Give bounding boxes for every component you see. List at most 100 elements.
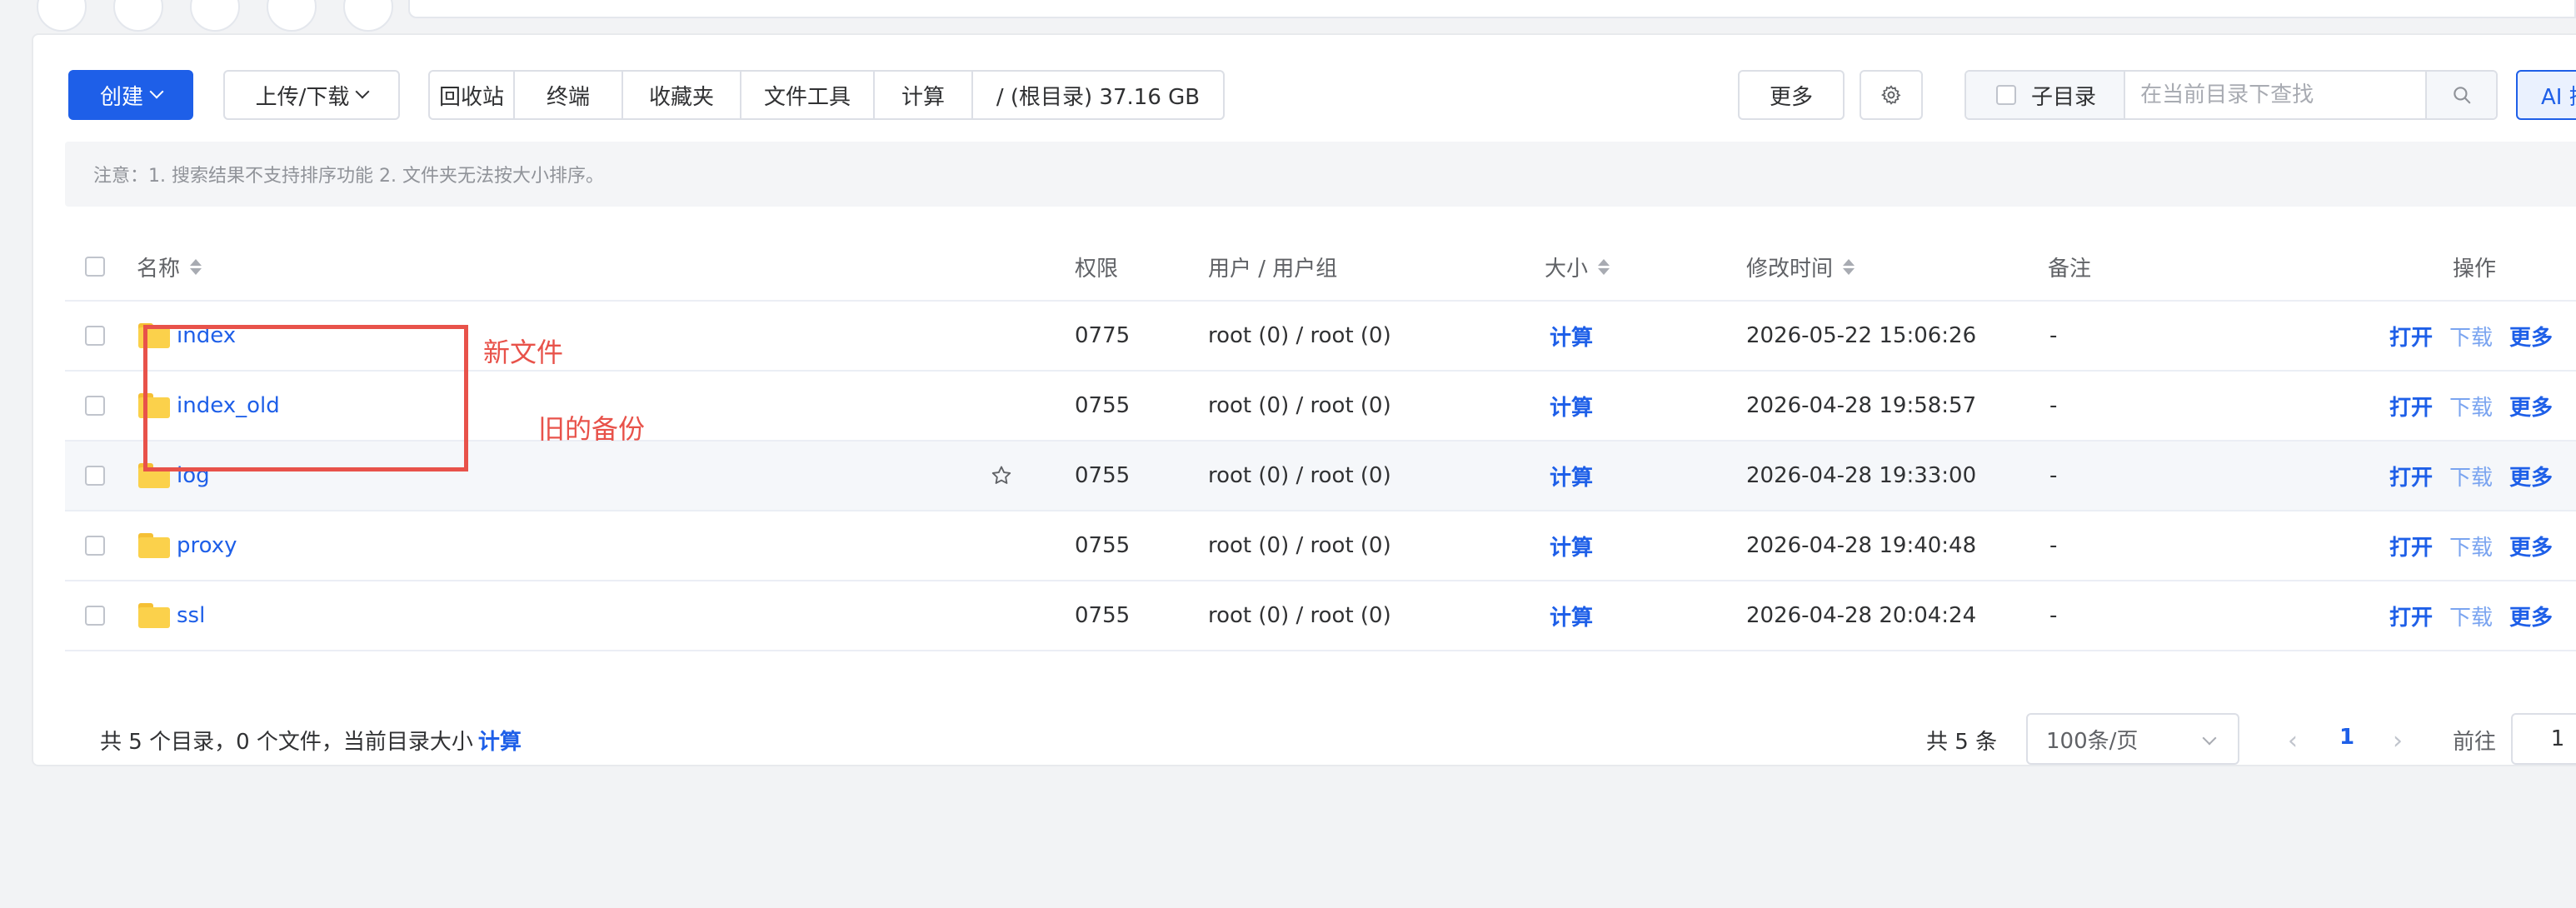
permission-cell: 0775 xyxy=(1075,323,1131,348)
page-number-current[interactable]: 1 xyxy=(2339,725,2354,750)
file-manager-panel: 创建 上传/下载 回收站 终端 收藏夹 文件工具 计算 / (根目录) 37.1… xyxy=(32,33,2576,766)
download-link[interactable]: 下载 xyxy=(2449,321,2493,352)
download-link[interactable]: 下载 xyxy=(2449,461,2493,491)
ai-search-button[interactable]: AI 搜索 xyxy=(2516,70,2576,120)
next-page-button[interactable]: › xyxy=(2393,726,2403,756)
owner-cell: root (0) / root (0) xyxy=(1208,393,1391,418)
more-link[interactable]: 更多 xyxy=(2509,531,2553,561)
tool-button-group: 回收站 终端 收藏夹 文件工具 计算 / (根目录) 37.16 GB xyxy=(428,70,1225,120)
favorite-button[interactable] xyxy=(990,442,1013,510)
open-link[interactable]: 打开 xyxy=(2389,601,2433,631)
size-calc-link[interactable]: 计算 xyxy=(1550,511,1593,580)
create-label: 创建 xyxy=(99,84,143,110)
page-size-select[interactable]: 100条/页 xyxy=(2026,713,2239,765)
goto-page-input[interactable]: 1 xyxy=(2511,713,2576,765)
upload-download-button[interactable]: 上传/下载 xyxy=(223,70,400,120)
search-input[interactable] xyxy=(2125,72,2426,118)
address-bar-edge xyxy=(408,0,2576,18)
subdir-checkbox[interactable] xyxy=(1996,85,2016,105)
file-tools-button[interactable]: 文件工具 xyxy=(741,72,875,118)
open-link[interactable]: 打开 xyxy=(2389,391,2433,422)
permission-cell: 0755 xyxy=(1075,533,1131,558)
open-link[interactable]: 打开 xyxy=(2389,531,2433,561)
open-link[interactable]: 打开 xyxy=(2389,321,2433,352)
size-calc-link[interactable]: 计算 xyxy=(1550,442,1593,510)
window-button[interactable] xyxy=(343,0,393,32)
recycle-bin-button[interactable]: 回收站 xyxy=(430,72,515,118)
upload-download-label: 上传/下载 xyxy=(255,84,350,110)
column-perm-header: 权限 xyxy=(1075,256,1119,282)
column-size-header[interactable]: 大小 xyxy=(1545,233,1610,300)
window-button[interactable] xyxy=(190,0,240,32)
favorites-button[interactable]: 收藏夹 xyxy=(623,72,741,118)
gear-icon xyxy=(1880,85,1901,105)
download-link[interactable]: 下载 xyxy=(2449,601,2493,631)
sort-icon[interactable] xyxy=(1843,258,1855,275)
size-calc-link[interactable]: 计算 xyxy=(1550,302,1593,370)
page-size-value: 100条/页 xyxy=(2046,728,2139,754)
search-group: 子目录 xyxy=(1964,70,2498,120)
create-button[interactable]: 创建 xyxy=(68,70,193,120)
root-dir-size-button[interactable]: / (根目录) 37.16 GB xyxy=(973,72,1223,118)
download-link[interactable]: 下载 xyxy=(2449,531,2493,561)
row-checkbox[interactable] xyxy=(85,536,105,556)
prev-page-button[interactable]: ‹ xyxy=(2288,726,2298,756)
download-link[interactable]: 下载 xyxy=(2449,391,2493,422)
row-checkbox[interactable] xyxy=(85,606,105,626)
size-calc-link[interactable]: 计算 xyxy=(1550,372,1593,440)
window-button[interactable] xyxy=(267,0,317,32)
mtime-cell: 2026-05-22 15:06:26 xyxy=(1746,323,1977,348)
summary-calc-link[interactable]: 计算 xyxy=(478,730,522,755)
note-cell: - xyxy=(2049,533,2058,558)
more-link[interactable]: 更多 xyxy=(2509,461,2553,491)
window-button[interactable] xyxy=(113,0,163,32)
mtime-cell: 2026-04-28 19:58:57 xyxy=(1746,393,1977,418)
row-checkbox[interactable] xyxy=(85,326,105,346)
star-icon xyxy=(991,466,1011,484)
row-checkbox[interactable] xyxy=(85,396,105,416)
note-cell: - xyxy=(2049,393,2058,418)
file-name-link[interactable]: ssl xyxy=(177,603,205,628)
summary-text: 共 5 个目录，0 个文件，当前目录大小 xyxy=(100,730,473,755)
annotation-highlight-box xyxy=(143,325,468,471)
column-ops-header: 操作 xyxy=(2453,256,2497,282)
chevron-down-icon xyxy=(149,84,164,99)
more-button[interactable]: 更多 xyxy=(1738,70,1845,120)
note-cell: - xyxy=(2049,603,2058,628)
directory-summary: 共 5 个目录，0 个文件，当前目录大小 计算 xyxy=(100,725,522,756)
search-button[interactable] xyxy=(2425,72,2496,118)
sort-icon[interactable] xyxy=(1598,258,1610,275)
settings-button[interactable] xyxy=(1860,70,1923,120)
terminal-button[interactable]: 终端 xyxy=(515,72,623,118)
note-cell: - xyxy=(2049,323,2058,348)
notice-bar: 注意：1. 搜索结果不支持排序功能 2. 文件夹无法按大小排序。 xyxy=(65,142,2576,207)
mtime-cell: 2026-04-28 20:04:24 xyxy=(1746,603,1977,628)
more-link[interactable]: 更多 xyxy=(2509,601,2553,631)
subdir-toggle[interactable]: 子目录 xyxy=(1966,72,2126,118)
more-link[interactable]: 更多 xyxy=(2509,391,2553,422)
owner-cell: root (0) / root (0) xyxy=(1208,463,1391,488)
column-note-header: 备注 xyxy=(2048,256,2092,282)
column-owner-header: 用户 / 用户组 xyxy=(1208,256,1338,282)
folder-icon xyxy=(138,603,170,628)
owner-cell: root (0) / root (0) xyxy=(1208,323,1391,348)
window-button[interactable] xyxy=(37,0,87,32)
chevron-down-icon xyxy=(355,84,370,99)
size-calc-link[interactable]: 计算 xyxy=(1550,581,1593,650)
row-checkbox[interactable] xyxy=(85,466,105,486)
sort-icon[interactable] xyxy=(190,258,202,275)
column-mtime-header[interactable]: 修改时间 xyxy=(1746,233,1855,300)
file-name-link[interactable]: proxy xyxy=(177,533,237,558)
column-name-header[interactable]: 名称 xyxy=(137,233,202,300)
annotation-old-backup: 旧的备份 xyxy=(538,413,646,445)
total-count: 共 5 条 xyxy=(1926,730,1998,755)
permission-cell: 0755 xyxy=(1075,463,1131,488)
table-row[interactable]: ssl 0755 root (0) / root (0) 计算 2026-04-… xyxy=(65,581,2576,651)
permission-cell: 0755 xyxy=(1075,603,1131,628)
calculate-button[interactable]: 计算 xyxy=(875,72,973,118)
table-row[interactable]: proxy 0755 root (0) / root (0) 计算 2026-0… xyxy=(65,511,2576,581)
more-link[interactable]: 更多 xyxy=(2509,321,2553,352)
open-link[interactable]: 打开 xyxy=(2389,461,2433,491)
folder-icon xyxy=(138,533,170,558)
select-all-checkbox[interactable] xyxy=(85,257,105,277)
